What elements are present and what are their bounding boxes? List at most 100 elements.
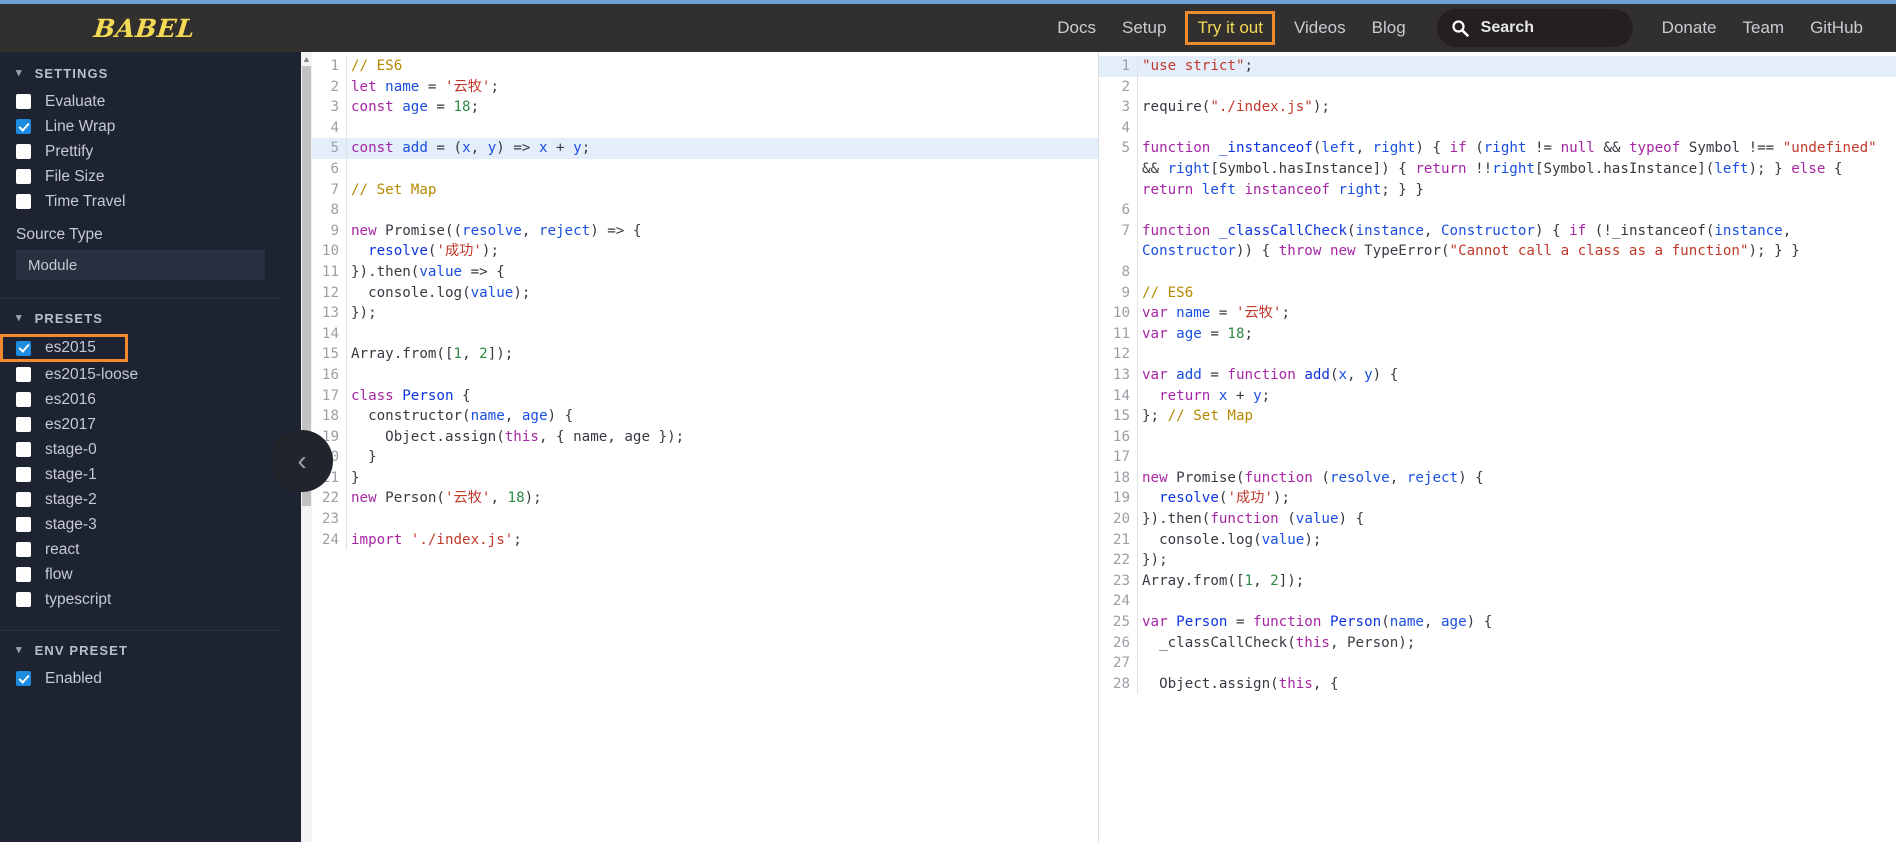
setting-option-prettify[interactable]: Prettify xyxy=(0,139,281,164)
setting-option-file-size[interactable]: File Size xyxy=(0,164,281,189)
checkbox-unchecked-icon[interactable] xyxy=(16,417,31,432)
code-token: ) => { xyxy=(590,222,642,239)
code-token: Person xyxy=(1176,614,1228,631)
sidebar-collapse-button[interactable]: ‹ xyxy=(271,430,333,492)
option-label: File Size xyxy=(45,167,105,185)
code-token: } xyxy=(351,469,360,486)
preset-option-react[interactable]: react xyxy=(0,537,281,562)
checkbox-checked-icon[interactable] xyxy=(16,340,31,356)
code-line: 22}); xyxy=(1099,550,1896,571)
section-title-presets: PRESETS xyxy=(34,311,104,326)
preset-option-es2016[interactable]: es2016 xyxy=(0,387,281,412)
checkbox-unchecked-icon[interactable] xyxy=(16,592,31,607)
code-token: ; xyxy=(513,531,522,548)
code-line: 6 xyxy=(1099,200,1896,221)
checkbox-unchecked-icon[interactable] xyxy=(16,567,31,582)
checkbox-unchecked-icon[interactable] xyxy=(16,467,31,482)
preset-option-stage-3[interactable]: stage-3 xyxy=(0,512,281,537)
babel-logo[interactable]: BABEL xyxy=(92,14,196,43)
code-line-text: new Promise(function (resolve, reject) { xyxy=(1137,467,1896,489)
setting-option-evaluate[interactable]: Evaluate xyxy=(0,89,281,114)
code-token: _classCallCheck xyxy=(1159,634,1288,651)
output-code-editor[interactable]: 1 "use strict"; 2 3 require("./index.js"); 4… xyxy=(1098,52,1896,842)
code-line: 21 console.log(value); xyxy=(1099,529,1896,551)
checkbox-unchecked-icon[interactable] xyxy=(16,517,31,532)
search-input[interactable]: Search xyxy=(1436,9,1633,47)
code-line: 5 const add = (x, y) => x + y; xyxy=(312,138,1098,159)
input-code-editor[interactable]: ▲ 1 // ES6 2 let name = '云牧'; 3 const age = 1… xyxy=(301,52,1098,842)
line-number: 12 xyxy=(321,284,339,301)
line-number: 26 xyxy=(1112,634,1130,651)
env-preset-option-list: Enabled xyxy=(0,666,281,691)
preset-option-stage-0[interactable]: stage-0 xyxy=(0,437,281,462)
section-header-env-preset[interactable]: ▾ ENV PRESET xyxy=(0,631,281,666)
code-token: function xyxy=(1227,366,1296,383)
nav-link-blog[interactable]: Blog xyxy=(1359,12,1419,44)
checkbox-unchecked-icon[interactable] xyxy=(16,542,31,557)
nav-link-docs[interactable]: Docs xyxy=(1044,12,1109,44)
code-token: ( xyxy=(462,284,471,301)
code-token: reject xyxy=(538,222,591,239)
code-token: = xyxy=(427,99,454,116)
code-line-text: // ES6 xyxy=(346,56,1098,77)
checkbox-unchecked-icon[interactable] xyxy=(16,194,31,209)
checkbox-unchecked-icon[interactable] xyxy=(16,94,31,109)
checkbox-unchecked-icon[interactable] xyxy=(16,442,31,457)
code-token: resolve xyxy=(1329,469,1390,486)
code-line: 10 resolve('成功'); xyxy=(312,241,1098,262)
code-line-text xyxy=(1137,447,1896,468)
checkbox-unchecked-icon[interactable] xyxy=(16,392,31,407)
line-number: 15 xyxy=(321,346,339,363)
code-token: != xyxy=(1526,140,1561,157)
code-line-text xyxy=(1137,261,1896,283)
preset-option-typescript[interactable]: typescript xyxy=(0,587,281,612)
checkbox-unchecked-icon[interactable] xyxy=(16,492,31,507)
code-token: var xyxy=(1142,614,1168,631)
preset-option-stage-2[interactable]: stage-2 xyxy=(0,487,281,512)
checkbox-checked-icon[interactable] xyxy=(16,119,31,134)
setting-option-time-travel[interactable]: Time Travel xyxy=(0,189,281,214)
preset-option-flow[interactable]: flow xyxy=(0,562,281,587)
code-token: // ES6 xyxy=(351,58,403,74)
checkbox-unchecked-icon[interactable] xyxy=(16,367,31,382)
code-token: from xyxy=(402,346,437,363)
checkbox-unchecked-icon[interactable] xyxy=(16,169,31,184)
line-number: 1 xyxy=(330,58,339,74)
nav-link-github[interactable]: GitHub xyxy=(1797,12,1876,44)
code-token: left xyxy=(1321,140,1356,157)
code-token: ) { xyxy=(1415,140,1450,157)
preset-option-es2015[interactable]: es2015 xyxy=(0,334,128,362)
nav-link-donate[interactable]: Donate xyxy=(1649,12,1730,44)
code-token: from xyxy=(1193,572,1228,589)
preset-option-stage-1[interactable]: stage-1 xyxy=(0,462,281,487)
checkbox-checked-icon[interactable] xyxy=(16,671,31,686)
code-line: 25 var Person = function Person(name, age… xyxy=(1099,612,1896,633)
scroll-up-arrow-icon[interactable]: ▲ xyxy=(301,54,312,64)
section-header-settings[interactable]: ▾ SETTINGS xyxy=(0,54,281,89)
code-token: , xyxy=(470,140,488,157)
input-code-lines[interactable]: 1// ES6 2 let name = '云牧'; 3 const age = 18;… xyxy=(312,52,1098,842)
nav-link-try-it-out[interactable]: Try it out xyxy=(1185,11,1275,45)
code-line: 24 xyxy=(1099,591,1896,613)
code-token: _classCallCheck xyxy=(1218,222,1348,239)
nav-link-team[interactable]: Team xyxy=(1730,12,1798,44)
code-token: ; xyxy=(490,78,499,95)
code-line-text xyxy=(1137,344,1896,365)
code-token: require xyxy=(1142,99,1202,116)
preset-option-es2015-loose[interactable]: es2015-loose xyxy=(0,362,281,387)
preset-option-es2017[interactable]: es2017 xyxy=(0,412,281,437)
nav-link-videos[interactable]: Videos xyxy=(1281,12,1359,44)
setting-option-line-wrap[interactable]: Line Wrap xyxy=(0,114,281,139)
code-token: ); xyxy=(1272,490,1290,507)
source-type-select[interactable]: Module xyxy=(16,250,265,280)
chevron-down-icon: ▾ xyxy=(16,312,23,324)
env-option-enabled[interactable]: Enabled xyxy=(0,666,281,691)
code-token: x xyxy=(538,140,548,157)
code-line: 2 let name = '云牧'; xyxy=(312,76,1098,98)
checkbox-unchecked-icon[interactable] xyxy=(16,144,31,159)
section-header-presets[interactable]: ▾ PRESETS xyxy=(0,299,281,334)
nav-link-setup[interactable]: Setup xyxy=(1109,12,1179,44)
